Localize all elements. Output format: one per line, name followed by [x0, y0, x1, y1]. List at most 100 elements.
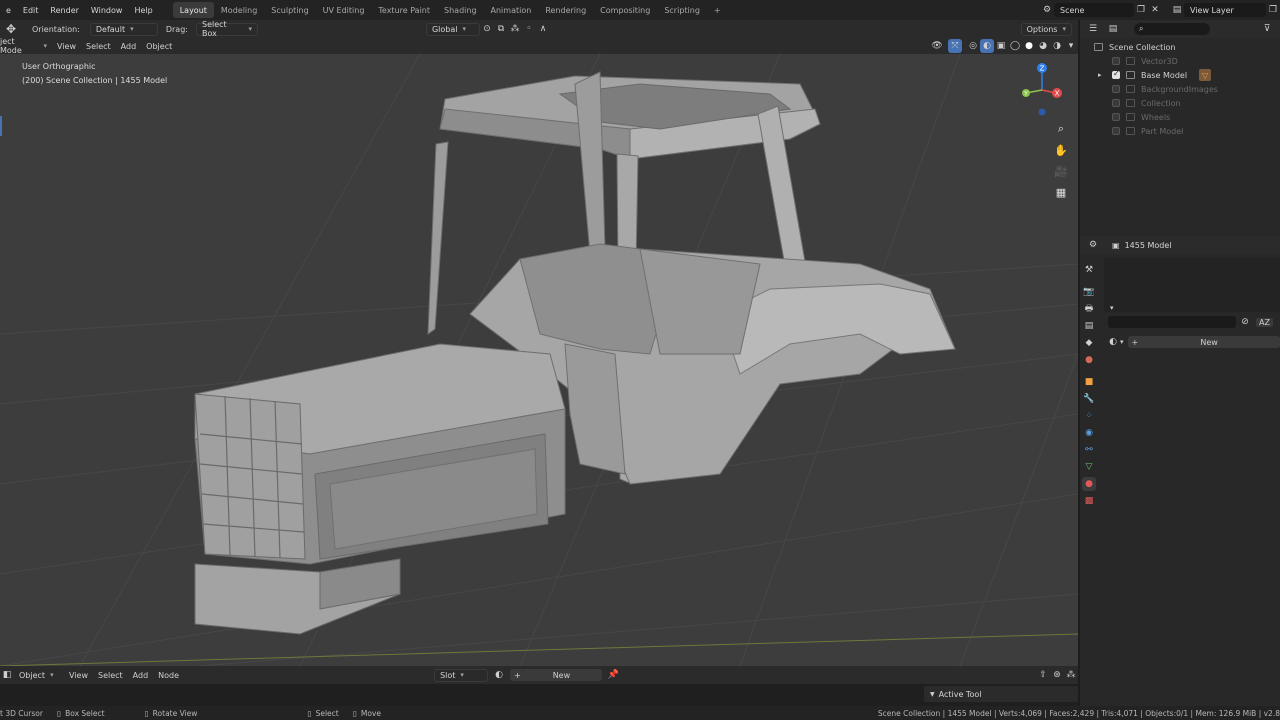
output-tab-icon[interactable]: 🖶 — [1082, 302, 1096, 316]
object-tab-icon[interactable]: ■ — [1082, 375, 1096, 389]
active-tool-panel[interactable]: ▼ Active Tool — [924, 686, 1078, 702]
transform-tool-icon[interactable]: ✥ — [0, 22, 22, 36]
material-filter-input[interactable] — [1108, 316, 1236, 328]
material-browse-icon[interactable]: ◐ — [1106, 335, 1120, 349]
physics-tab-icon[interactable]: ◉ — [1082, 426, 1096, 440]
outliner-search-input[interactable]: ⌕ — [1134, 23, 1210, 35]
material-slot-list[interactable] — [1104, 258, 1280, 312]
falloff-icon[interactable]: ∧ — [536, 22, 550, 36]
drag-dropdown[interactable]: Select Box — [195, 20, 258, 38]
scene-collection-row[interactable]: Scene Collection — [1094, 40, 1280, 54]
overlay-toggle-icon[interactable]: ◎ — [966, 39, 980, 53]
proportional-icon[interactable]: ◦ — [522, 22, 536, 36]
grid-view-icon[interactable]: ▦ — [1052, 183, 1070, 201]
tab-rendering[interactable]: Rendering — [538, 2, 593, 18]
3d-viewport[interactable]: User Orthographic (200) Scene Collection… — [0, 54, 1078, 666]
data-tab-icon[interactable]: ▽ — [1082, 460, 1096, 474]
view-layer-icon[interactable]: ▤ — [1170, 3, 1184, 17]
browse-caret-icon[interactable]: ▾ — [1120, 338, 1124, 346]
constraints-tab-icon[interactable]: ⚯ — [1082, 443, 1096, 457]
menu-help[interactable]: Help — [128, 0, 158, 20]
exclude-checkbox[interactable] — [1112, 99, 1120, 107]
node-snap-icon[interactable]: ⊛ — [1050, 668, 1064, 682]
transform-orientation-dropdown[interactable]: Global — [425, 22, 480, 36]
node-new-material-button[interactable]: + New — [510, 669, 603, 681]
menu-object[interactable]: Object — [141, 42, 177, 51]
sort-alphabetical-button[interactable]: AZ — [1256, 317, 1273, 327]
node-material-browse-icon[interactable]: ◐ — [492, 668, 506, 682]
menu-select[interactable]: Select — [81, 42, 116, 51]
navigation-gizmo[interactable]: Z X Y — [1018, 60, 1068, 122]
menu-file[interactable]: e — [0, 0, 17, 20]
scene-tab-icon[interactable]: ◆ — [1082, 336, 1096, 350]
outliner-item-wheels[interactable]: Wheels — [1094, 110, 1280, 124]
snap-up-icon[interactable]: ⇧ — [1036, 668, 1050, 682]
menu-view[interactable]: View — [52, 42, 81, 51]
outliner-item-part-model[interactable]: Part Model — [1094, 124, 1280, 138]
tab-modeling[interactable]: Modeling — [214, 2, 264, 18]
copy-scene-icon[interactable]: ❐ — [1134, 3, 1148, 17]
tab-animation[interactable]: Animation — [484, 2, 539, 18]
copy-view-layer-icon[interactable]: ❐ — [1266, 3, 1280, 17]
node-mode-dropdown[interactable]: Object — [14, 668, 58, 682]
collapse-arrow-icon[interactable]: ▼ — [930, 691, 935, 698]
wireframe-shading-icon[interactable]: ◯ — [1008, 39, 1022, 53]
snap-icon[interactable]: ⧉ — [494, 22, 508, 36]
editor-type-icon[interactable]: ◧ — [0, 668, 14, 682]
tab-layout[interactable]: Layout — [172, 2, 214, 18]
toolbar-edge-indicator[interactable] — [0, 116, 2, 136]
tool-tab-icon[interactable]: ⚒ — [1082, 263, 1096, 277]
tab-sculpting[interactable]: Sculpting — [264, 2, 315, 18]
rendered-shading-icon[interactable]: ◑ — [1050, 39, 1064, 53]
expand-arrow-icon[interactable]: ▸ — [1098, 71, 1112, 79]
properties-editor-icon[interactable]: ⚙ — [1086, 238, 1100, 252]
node-snap-type-icon[interactable]: ⁂ — [1064, 668, 1078, 682]
zoom-icon[interactable]: ⌕ — [1052, 120, 1070, 138]
display-mode-icon[interactable]: ▤ — [1106, 22, 1120, 36]
tab-uv-editing[interactable]: UV Editing — [316, 2, 372, 18]
node-menu-view[interactable]: View — [64, 671, 93, 680]
shading-options-icon[interactable]: ▾ — [1064, 39, 1078, 53]
outliner-item-backgroundimages[interactable]: BackgroundImages — [1094, 82, 1280, 96]
exclude-checkbox[interactable] — [1112, 85, 1120, 93]
visibility-icon[interactable]: 👁 — [930, 39, 944, 53]
tab-compositing[interactable]: Compositing — [593, 2, 657, 18]
xray-icon[interactable]: ▣ — [994, 39, 1008, 53]
neg-z-axis-handle[interactable] — [1038, 108, 1046, 116]
exclude-checkbox[interactable] — [1112, 69, 1120, 79]
mesh-filter-icon[interactable]: ▽ — [1199, 69, 1212, 81]
exclude-checkbox[interactable] — [1112, 127, 1120, 135]
gizmo-toggle-icon[interactable]: ⤧ — [948, 39, 962, 53]
menu-add[interactable]: Add — [116, 42, 142, 51]
tab-texture-paint[interactable]: Texture Paint — [371, 2, 437, 18]
filter-icon[interactable]: ⊽ — [1260, 22, 1274, 36]
scene-field[interactable]: Scene — [1054, 3, 1134, 17]
outliner-editor-icon[interactable]: ☰ — [1086, 22, 1100, 36]
node-editor-area[interactable]: ▼ Active Tool — [0, 684, 1078, 706]
list-resize-icon[interactable]: ▾ — [1110, 304, 1114, 312]
add-workspace-button[interactable]: + — [707, 2, 728, 18]
pan-hand-icon[interactable]: ✋ — [1052, 141, 1070, 159]
view-layer-tab-icon[interactable]: ▤ — [1082, 319, 1096, 333]
exclude-checkbox[interactable] — [1112, 57, 1120, 65]
particles-tab-icon[interactable]: ⁘ — [1082, 409, 1096, 423]
tab-shading[interactable]: Shading — [437, 2, 484, 18]
modifier-tab-icon[interactable]: 🔧 — [1082, 392, 1096, 406]
new-material-button[interactable]: + New — [1127, 336, 1280, 348]
outliner-item-base-model[interactable]: ▸ Base Model ▽ — [1094, 68, 1280, 82]
material-tab-icon[interactable]: ● — [1082, 477, 1096, 491]
options-dropdown[interactable]: Options — [1020, 22, 1072, 36]
node-menu-add[interactable]: Add — [128, 671, 154, 680]
solid-shading-icon[interactable]: ● — [1022, 39, 1036, 53]
snap-target-icon[interactable]: ⁂ — [508, 22, 522, 36]
scene-icon[interactable]: ⚙ — [1040, 3, 1054, 17]
render-tab-icon[interactable]: 📷 — [1082, 285, 1096, 299]
outliner-item-collection[interactable]: Collection — [1094, 96, 1280, 110]
tab-scripting[interactable]: Scripting — [657, 2, 707, 18]
mode-dropdown[interactable]: ject Mode — [0, 37, 52, 55]
node-menu-node[interactable]: Node — [153, 671, 184, 680]
material-shading-icon[interactable]: ◕ — [1036, 39, 1050, 53]
texture-tab-icon[interactable]: ▩ — [1082, 494, 1096, 508]
overlay-icon[interactable]: ◐ — [980, 39, 994, 53]
close-scene-icon[interactable]: ✕ — [1148, 3, 1162, 17]
